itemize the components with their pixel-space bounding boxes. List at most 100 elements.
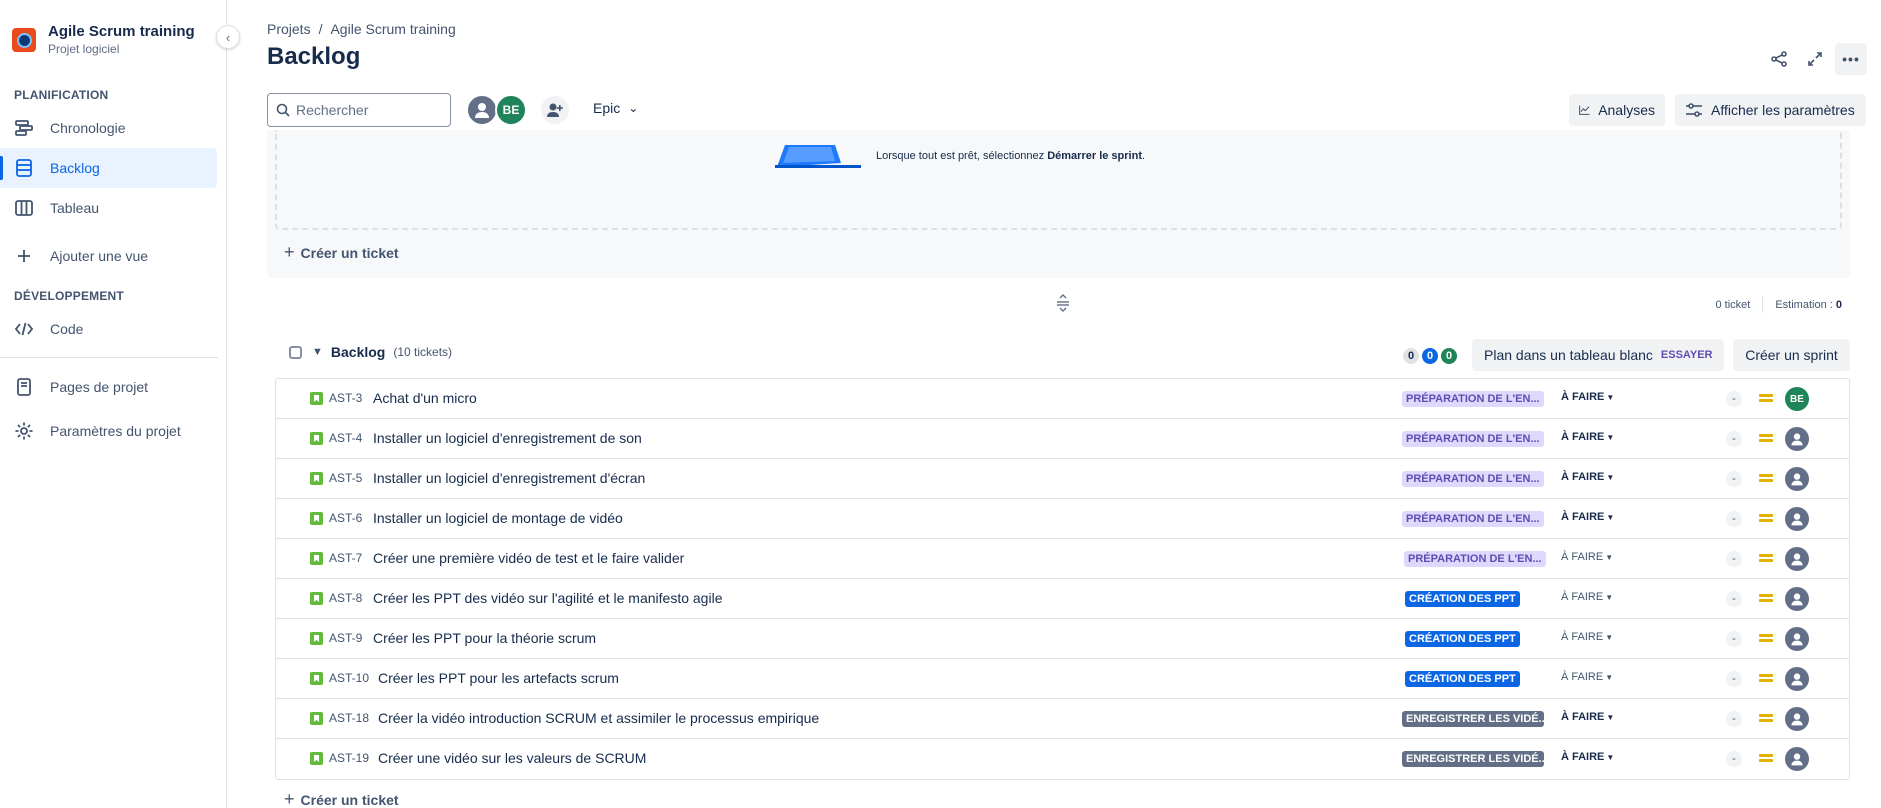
sidebar-item-backlog[interactable]: Backlog — [0, 148, 217, 188]
sidebar-item-chronologie[interactable]: Chronologie — [0, 108, 217, 148]
plan-whiteboard-button[interactable]: Plan dans un tableau blanc ESSAYER — [1472, 339, 1724, 371]
status-dropdown[interactable]: À FAIRE ▼ — [1558, 671, 1616, 683]
show-settings-button[interactable]: Afficher les paramètres — [1675, 94, 1866, 126]
priority-medium-icon[interactable] — [1759, 713, 1773, 723]
avatar-icon[interactable] — [1785, 507, 1809, 531]
status-dropdown[interactable]: À FAIRE ▼ — [1558, 431, 1617, 443]
status-dropdown[interactable]: À FAIRE ▼ — [1558, 711, 1617, 723]
sprint-create-ticket-button[interactable]: + Créer un ticket — [284, 242, 399, 263]
issue-key[interactable]: AST-19 — [329, 751, 369, 765]
sidebar-item-project-settings[interactable]: Paramètres du projet — [0, 411, 217, 451]
collapse-sidebar-button[interactable]: ‹ — [216, 25, 240, 49]
priority-medium-icon[interactable] — [1759, 433, 1773, 443]
estimate-badge[interactable]: - — [1726, 631, 1742, 647]
priority-medium-icon[interactable] — [1759, 393, 1773, 403]
status-dropdown[interactable]: À FAIRE ▼ — [1558, 551, 1616, 563]
epic-tag[interactable]: CRÉATION DES PPT — [1405, 631, 1520, 647]
issue-key[interactable]: AST-5 — [329, 471, 362, 485]
status-dropdown[interactable]: À FAIRE ▼ — [1558, 511, 1617, 523]
avatar-icon[interactable] — [1785, 627, 1809, 651]
project-header[interactable]: Agile Scrum training Projet logiciel — [12, 22, 195, 56]
estimate-badge[interactable]: - — [1726, 711, 1742, 727]
priority-medium-icon[interactable] — [1759, 633, 1773, 643]
issue-key[interactable]: AST-4 — [329, 431, 362, 445]
table-row[interactable]: AST-5 Installer un logiciel d'enregistre… — [276, 459, 1849, 499]
estimate-badge[interactable]: - — [1726, 471, 1742, 487]
status-dropdown[interactable]: À FAIRE ▼ — [1558, 471, 1617, 483]
estimate-badge[interactable]: - — [1726, 511, 1742, 527]
avatar-icon[interactable] — [1785, 467, 1809, 491]
status-dropdown[interactable]: À FAIRE ▼ — [1558, 751, 1617, 763]
estimate-badge[interactable]: - — [1726, 551, 1742, 567]
estimate-badge[interactable]: - — [1726, 391, 1742, 407]
avatar-unassigned[interactable] — [466, 94, 498, 126]
priority-medium-icon[interactable] — [1759, 513, 1773, 523]
priority-medium-icon[interactable] — [1759, 473, 1773, 483]
more-actions-button[interactable]: ••• — [1835, 43, 1867, 75]
search-box[interactable] — [267, 93, 451, 127]
avatar-icon[interactable] — [1785, 587, 1809, 611]
avatar-icon[interactable] — [1785, 707, 1809, 731]
fullscreen-button[interactable] — [1799, 43, 1831, 75]
estimate-badge[interactable]: - — [1726, 591, 1742, 607]
add-people-button[interactable] — [539, 94, 571, 126]
table-row[interactable]: AST-19 Créer une vidéo sur les valeurs d… — [276, 739, 1849, 779]
priority-medium-icon[interactable] — [1759, 673, 1773, 683]
table-row[interactable]: AST-3 Achat d'un micro PRÉPARATION DE L'… — [276, 379, 1849, 419]
backlog-create-ticket-button[interactable]: + Créer un ticket — [284, 789, 399, 808]
priority-medium-icon[interactable] — [1759, 593, 1773, 603]
issue-key[interactable]: AST-18 — [329, 711, 369, 725]
avatar-icon[interactable] — [1785, 667, 1809, 691]
backlog-select-all-checkbox[interactable] — [289, 345, 302, 359]
priority-medium-icon[interactable] — [1759, 753, 1773, 763]
table-row[interactable]: AST-6 Installer un logiciel de montage d… — [276, 499, 1849, 539]
estimate-badge[interactable]: - — [1726, 431, 1742, 447]
epic-tag[interactable]: PRÉPARATION DE L'EN... — [1402, 511, 1544, 527]
epic-tag[interactable]: CRÉATION DES PPT — [1405, 671, 1520, 687]
table-row[interactable]: AST-8 Créer les PPT des vidéo sur l'agil… — [276, 579, 1849, 619]
breadcrumb-projects[interactable]: Projets — [267, 21, 311, 37]
table-row[interactable]: AST-18 Créer la vidéo introduction SCRUM… — [276, 699, 1849, 739]
sidebar-item-tableau[interactable]: Tableau — [0, 188, 217, 228]
epic-tag[interactable]: PRÉPARATION DE L'EN... — [1404, 551, 1546, 567]
epic-tag[interactable]: ENREGISTRER LES VIDÉ... — [1402, 751, 1544, 767]
epic-tag[interactable]: PRÉPARATION DE L'EN... — [1402, 471, 1544, 487]
issue-key[interactable]: AST-8 — [329, 591, 362, 605]
issue-key[interactable]: AST-6 — [329, 511, 362, 525]
chevron-down-icon[interactable]: ▼ — [312, 346, 323, 358]
issue-key[interactable]: AST-3 — [329, 391, 362, 405]
analyses-label: Analyses — [1598, 102, 1655, 118]
avatar[interactable]: BE — [1785, 387, 1809, 411]
epic-tag[interactable]: CRÉATION DES PPT — [1405, 591, 1520, 607]
avatar-be[interactable]: BE — [495, 94, 527, 126]
sidebar-item-project-pages[interactable]: Pages de projet — [0, 367, 217, 407]
epic-tag[interactable]: PRÉPARATION DE L'EN... — [1402, 391, 1544, 407]
epic-filter[interactable]: Epic ⌄ — [593, 100, 638, 116]
sidebar-item-add-view[interactable]: Ajouter une vue — [0, 236, 217, 276]
status-dropdown[interactable]: À FAIRE ▼ — [1558, 391, 1617, 403]
avatar-icon[interactable] — [1785, 427, 1809, 451]
estimate-badge[interactable]: - — [1726, 751, 1742, 767]
sidebar-item-code[interactable]: Code — [0, 309, 217, 349]
avatar-icon[interactable] — [1785, 547, 1809, 571]
issue-key[interactable]: AST-10 — [329, 671, 369, 685]
priority-medium-icon[interactable] — [1759, 553, 1773, 563]
create-sprint-button[interactable]: Créer un sprint — [1733, 339, 1850, 371]
analyses-button[interactable]: Analyses — [1569, 94, 1665, 126]
issue-key[interactable]: AST-9 — [329, 631, 362, 645]
search-input[interactable] — [296, 102, 446, 118]
table-row[interactable]: AST-7 Créer une première vidéo de test e… — [276, 539, 1849, 579]
issue-key[interactable]: AST-7 — [329, 551, 362, 565]
status-dropdown[interactable]: À FAIRE ▼ — [1558, 631, 1616, 643]
status-dropdown[interactable]: À FAIRE ▼ — [1558, 591, 1616, 603]
epic-tag[interactable]: PRÉPARATION DE L'EN... — [1402, 431, 1544, 447]
table-row[interactable]: AST-9 Créer les PPT pour la théorie scru… — [276, 619, 1849, 659]
breadcrumb-project[interactable]: Agile Scrum training — [330, 21, 455, 37]
share-button[interactable] — [1763, 43, 1795, 75]
table-row[interactable]: AST-10 Créer les PPT pour les artefacts … — [276, 659, 1849, 699]
avatar-icon[interactable] — [1785, 747, 1809, 771]
estimate-badge[interactable]: - — [1726, 671, 1742, 687]
epic-tag[interactable]: ENREGISTRER LES VIDÉ... — [1402, 711, 1544, 727]
resize-handle-icon[interactable] — [1053, 294, 1073, 314]
table-row[interactable]: AST-4 Installer un logiciel d'enregistre… — [276, 419, 1849, 459]
